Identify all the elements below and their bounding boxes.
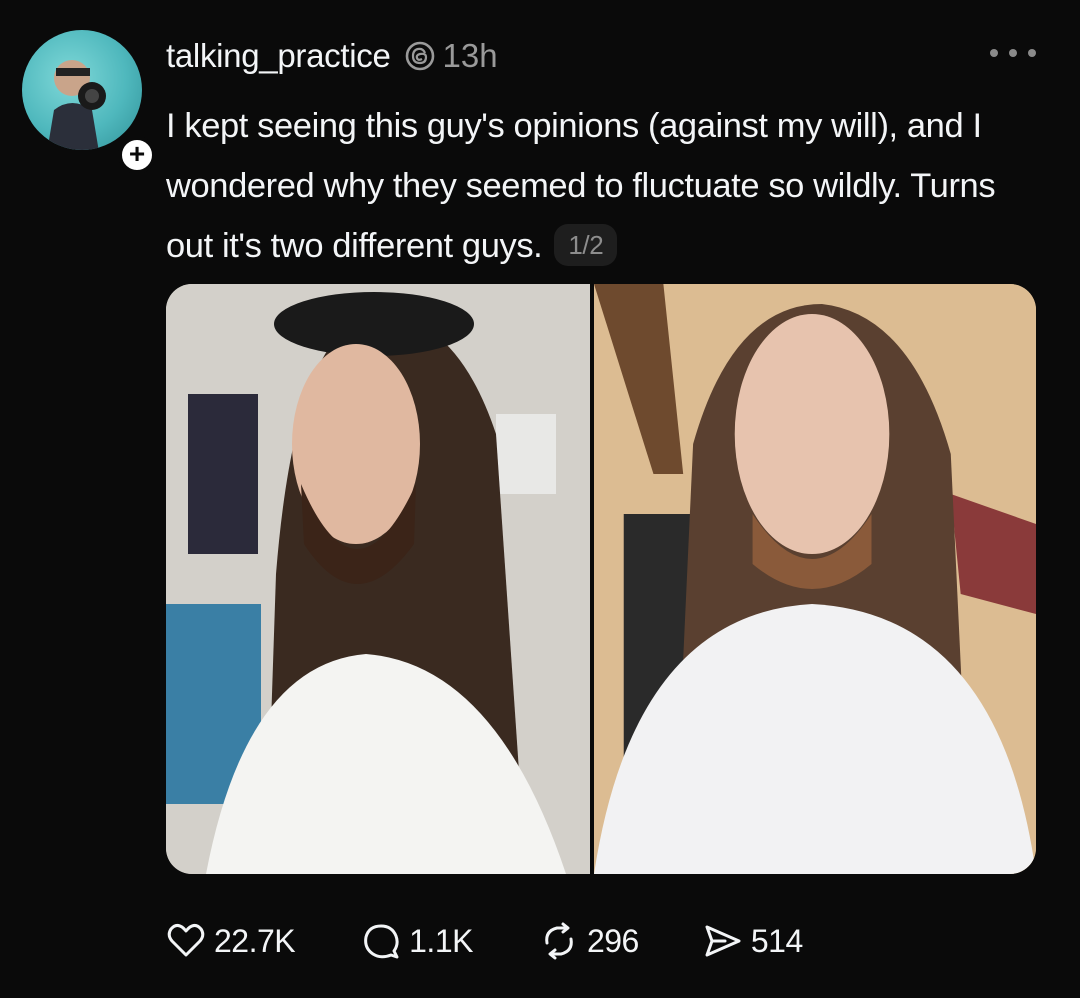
more-icon-dot bbox=[1009, 49, 1017, 57]
more-options-button[interactable] bbox=[990, 40, 1036, 66]
right-photo-graphic bbox=[594, 284, 1036, 874]
threads-icon bbox=[405, 41, 434, 71]
repost-button[interactable]: 296 bbox=[539, 921, 639, 961]
media-image-left[interactable] bbox=[166, 284, 590, 874]
action-bar: 22.7K 1.1K 296 514 bbox=[166, 918, 803, 964]
more-icon bbox=[990, 49, 998, 57]
share-icon bbox=[705, 925, 741, 957]
post-header: talking_practice 13h bbox=[166, 34, 498, 78]
heart-icon bbox=[167, 923, 205, 957]
image-counter-badge: 1/2 bbox=[554, 224, 618, 266]
repost-count: 296 bbox=[586, 922, 639, 959]
username[interactable]: talking_practice bbox=[166, 37, 391, 75]
comment-icon bbox=[364, 924, 399, 959]
avatar[interactable]: + bbox=[22, 30, 156, 174]
share-count: 514 bbox=[750, 922, 803, 959]
avatar-person-graphic bbox=[47, 60, 106, 150]
like-count: 22.7K bbox=[214, 922, 296, 959]
reply-count: 1.1K bbox=[409, 922, 473, 959]
repost-icon bbox=[545, 922, 573, 960]
media-image-right[interactable] bbox=[590, 284, 1036, 874]
avatar-image bbox=[22, 30, 142, 150]
post-text: I kept seeing this guy's opinions (again… bbox=[166, 96, 1046, 276]
more-icon-dot bbox=[1028, 49, 1036, 57]
like-button[interactable]: 22.7K bbox=[166, 921, 296, 961]
follow-button[interactable]: + bbox=[118, 136, 156, 174]
post-media[interactable] bbox=[166, 284, 1036, 874]
left-photo-graphic bbox=[166, 284, 590, 874]
post-time: 13h bbox=[442, 37, 498, 74]
share-button[interactable]: 514 bbox=[703, 921, 803, 961]
reply-button[interactable]: 1.1K bbox=[361, 921, 473, 961]
